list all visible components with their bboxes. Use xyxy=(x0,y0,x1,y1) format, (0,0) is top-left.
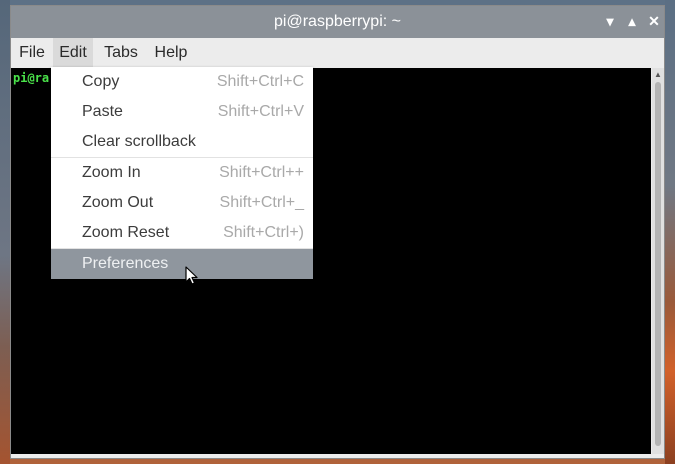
menu-help[interactable]: Help xyxy=(147,38,195,68)
menu-item-zoom-reset[interactable]: Zoom Reset Shift+Ctrl+) xyxy=(51,218,313,248)
desktop-background-right xyxy=(665,0,675,464)
terminal-prompt: pi@ra xyxy=(13,71,50,85)
menu-item-shortcut: Shift+Ctrl+) xyxy=(223,224,304,241)
menu-item-zoom-out[interactable]: Zoom Out Shift+Ctrl+_ xyxy=(51,188,313,218)
menu-item-label: Preferences xyxy=(82,255,169,272)
menu-item-label: Paste xyxy=(82,103,123,120)
menu-item-shortcut: Shift+Ctrl+_ xyxy=(219,194,304,211)
menu-tabs[interactable]: Tabs xyxy=(97,38,145,68)
minimize-icon[interactable]: ▾ xyxy=(601,12,619,30)
menu-item-preferences[interactable]: Preferences xyxy=(51,249,313,279)
edit-menu-dropdown: Copy Shift+Ctrl+C Paste Shift+Ctrl+V Cle… xyxy=(51,67,313,279)
menu-item-shortcut: Shift+Ctrl++ xyxy=(219,164,304,181)
scrollbar-thumb[interactable] xyxy=(655,82,661,446)
menu-bar: File Edit Tabs Help xyxy=(11,38,664,68)
menu-item-shortcut: Shift+Ctrl+C xyxy=(216,73,304,90)
menu-file[interactable]: File xyxy=(13,38,51,68)
menu-item-zoom-in[interactable]: Zoom In Shift+Ctrl++ xyxy=(51,158,313,188)
menu-item-label: Clear scrollback xyxy=(82,133,196,150)
menu-item-label: Zoom Out xyxy=(82,194,154,211)
close-icon[interactable]: ✕ xyxy=(645,12,663,30)
mouse-pointer-icon xyxy=(185,266,198,285)
title-bar[interactable]: pi@raspberrypi: ~ ▾ ▴ ✕ xyxy=(11,6,664,38)
menu-edit[interactable]: Edit xyxy=(53,38,93,68)
window-title: pi@raspberrypi: ~ xyxy=(274,13,401,30)
vertical-scrollbar[interactable]: ▲ xyxy=(652,68,664,454)
menu-item-label: Copy xyxy=(82,73,120,90)
menu-item-copy[interactable]: Copy Shift+Ctrl+C xyxy=(51,67,313,97)
scroll-up-icon[interactable]: ▲ xyxy=(652,70,664,80)
menu-item-label: Zoom Reset xyxy=(82,224,170,241)
desktop-background-left xyxy=(0,0,10,464)
maximize-icon[interactable]: ▴ xyxy=(623,12,641,30)
menu-item-label: Zoom In xyxy=(82,164,141,181)
menu-item-clear-scrollback[interactable]: Clear scrollback xyxy=(51,127,313,157)
menu-item-shortcut: Shift+Ctrl+V xyxy=(217,103,304,120)
menu-item-paste[interactable]: Paste Shift+Ctrl+V xyxy=(51,97,313,127)
